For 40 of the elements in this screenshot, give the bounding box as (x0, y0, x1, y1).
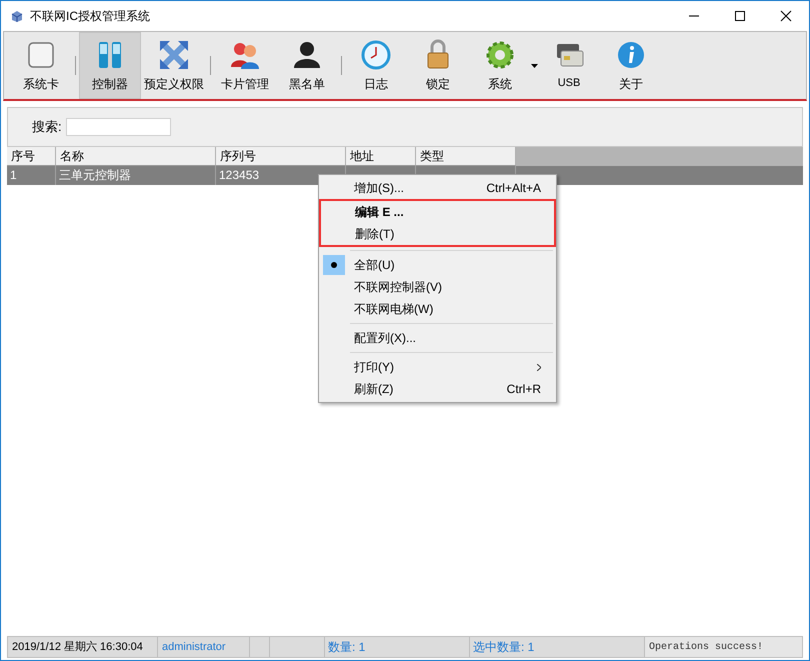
user-text: administrator (158, 637, 250, 657)
toolbar-button[interactable]: 关于 (600, 32, 662, 99)
menu-item[interactable]: 打印(Y) (320, 356, 555, 378)
dropdown-arrow-icon[interactable] (531, 64, 538, 68)
toolbar-button[interactable]: 系统卡 (10, 32, 72, 99)
clock-icon (360, 38, 392, 70)
menu-item[interactable]: 不联网电梯(W) (320, 298, 555, 320)
toolbar-button[interactable]: 系统 (469, 32, 531, 99)
toolbar-button[interactable]: USB (538, 32, 600, 99)
arrows-icon (158, 38, 190, 70)
gear-icon (484, 38, 516, 70)
column-header[interactable]: 类型 (416, 147, 516, 166)
column-header[interactable]: 地址 (346, 147, 416, 166)
datetime-text: 2019/1/12 星期六 16:30:04 (8, 637, 158, 657)
toolbar-button[interactable]: 黑名单 (276, 32, 338, 99)
toolbar-button[interactable]: 控制器 (79, 32, 141, 99)
toolbar-button[interactable]: 预定义权限 (141, 32, 207, 99)
search-field[interactable] (66, 118, 171, 136)
app-icon (10, 9, 24, 23)
menu-item[interactable]: 配置列(X)... (320, 327, 555, 349)
column-header[interactable]: 序列号 (216, 147, 346, 166)
menu-item[interactable]: 刷新(Z) Ctrl+R (320, 378, 555, 400)
column-header[interactable]: 序号 (7, 147, 56, 166)
count-text: 数量: 1 (325, 637, 470, 657)
table-cell: 1 (7, 166, 56, 185)
status-message: Operations success! (645, 637, 802, 657)
menu-item[interactable]: 全部(U) (320, 254, 555, 276)
search-label: 搜索: (32, 118, 62, 136)
radio-dot-icon (331, 262, 337, 268)
menu-item[interactable]: 不联网控制器(V) (320, 276, 555, 298)
maximize-icon[interactable] (734, 10, 746, 22)
window-title: 不联网IC授权管理系统 (30, 8, 150, 25)
toolbar-button[interactable]: 卡片管理 (214, 32, 276, 99)
table-cell: 三单元控制器 (56, 166, 216, 185)
column-header[interactable]: 名称 (56, 147, 216, 166)
close-icon[interactable] (780, 10, 792, 22)
toolbar-button[interactable]: 日志 (345, 32, 407, 99)
menu-item[interactable]: 删除(T) (321, 223, 554, 245)
toolbar-button[interactable]: 锁定 (407, 32, 469, 99)
menu-item[interactable]: 编辑 E ... (321, 201, 554, 223)
